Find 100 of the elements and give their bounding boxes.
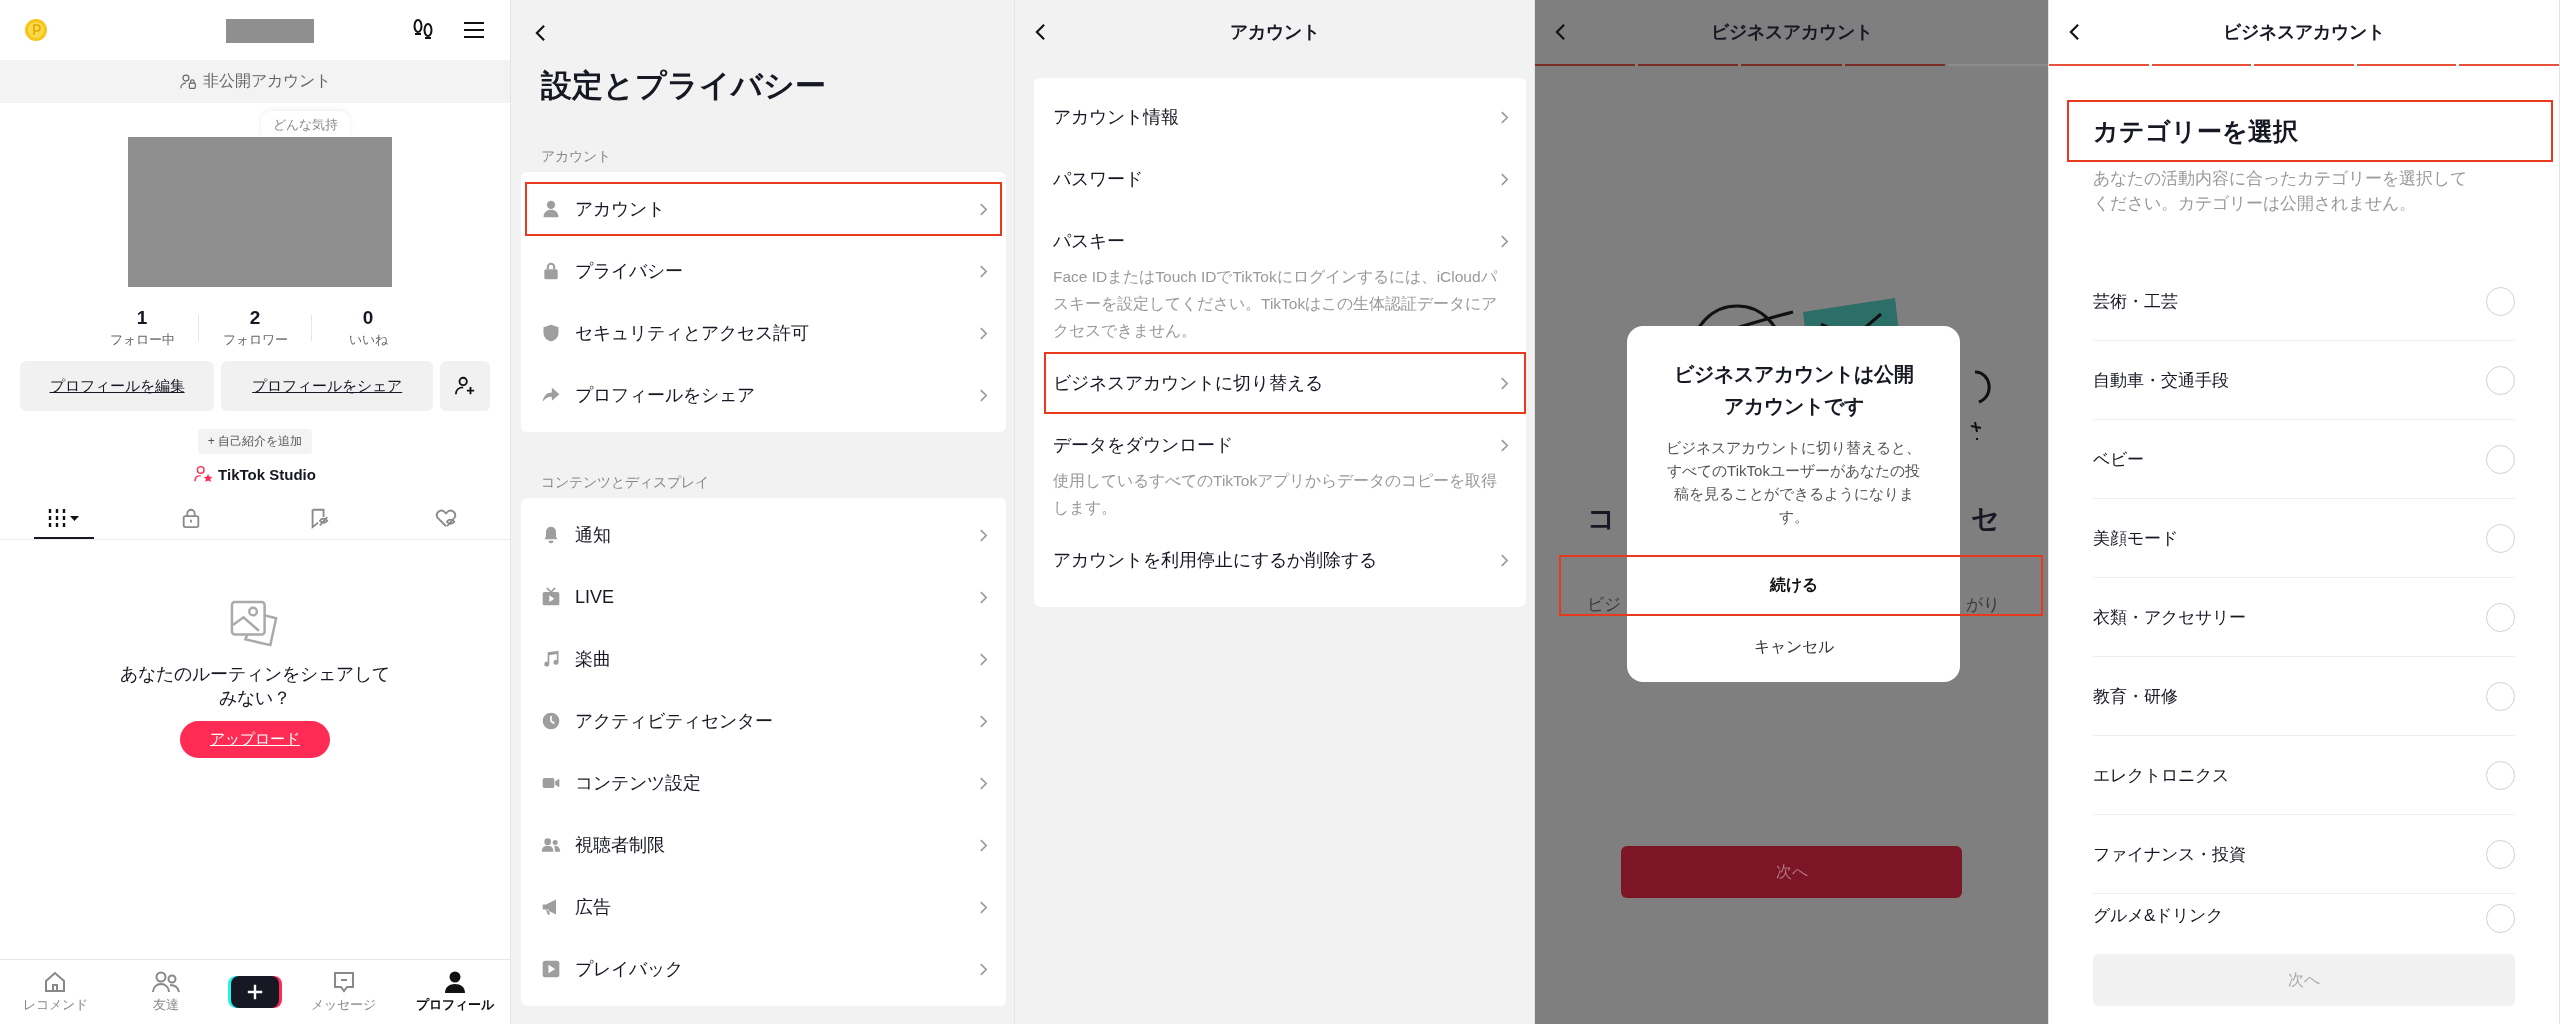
shield-icon bbox=[541, 323, 561, 343]
item-description: Face IDまたはTouch IDでTikTokにログインするには、iCloudパスキーを設定してください。TikTokはこの生体認証データにアクセスできません。 bbox=[1053, 267, 1499, 341]
page-title: アカウント bbox=[1229, 21, 1320, 44]
person-star-icon[interactable] bbox=[194, 465, 215, 483]
person-icon bbox=[541, 199, 561, 219]
page-title: ビジネスアカウント bbox=[1710, 21, 1873, 44]
chevron-icon bbox=[1500, 233, 1509, 249]
dialog-message: ビジネスアカウントに切り替えると、すべてのTikTokユーザーがあなたの投稿を見ることができるようになります。 bbox=[1665, 438, 1922, 527]
chevron-icon bbox=[979, 527, 988, 543]
nav-tab[interactable]: レコメンド bbox=[9, 970, 102, 1014]
settings-item[interactable]: コンテンツ設定 bbox=[521, 752, 1006, 814]
chevron-icon bbox=[979, 589, 988, 605]
settings-item[interactable]: プライバシー bbox=[521, 240, 1006, 302]
dialog-button[interactable]: キャンセル bbox=[1663, 616, 1924, 678]
chevron-icon bbox=[1500, 171, 1509, 187]
settings-item[interactable]: プレイバック bbox=[521, 938, 1006, 1000]
add-friend-button[interactable] bbox=[440, 361, 490, 411]
add-bio-button[interactable]: + 自己紹介を追加 bbox=[197, 429, 313, 454]
category-option[interactable]: 芸術・工芸 bbox=[2093, 262, 2515, 341]
settings-item[interactable]: 通知 bbox=[521, 504, 1006, 566]
people-icon bbox=[541, 835, 561, 855]
chevron-icon bbox=[979, 837, 988, 853]
chevron-icon bbox=[979, 263, 988, 279]
account-item[interactable]: ビジネスアカウントに切り替える bbox=[1044, 352, 1526, 414]
category-option[interactable]: 衣類・アクセサリー bbox=[2093, 578, 2515, 657]
settings-item[interactable]: 楽曲 bbox=[521, 628, 1006, 690]
account-item[interactable]: アカウントを利用停止にするか削除する bbox=[1034, 529, 1526, 591]
account-item[interactable]: パスワード bbox=[1034, 148, 1526, 210]
settings-item[interactable]: 広告 bbox=[521, 876, 1006, 938]
stat-label: フォロワー bbox=[222, 331, 288, 349]
person-icon bbox=[442, 970, 467, 994]
stat-label: いいね bbox=[348, 331, 388, 349]
chevron-icon bbox=[1500, 437, 1509, 453]
category-option[interactable]: 教育・研修 bbox=[2093, 657, 2515, 736]
stat-count: 0 bbox=[362, 307, 374, 329]
category-option[interactable]: エレクトロニクス bbox=[2093, 736, 2515, 815]
text-fragment: ビジ bbox=[1587, 594, 1621, 616]
create-button[interactable] bbox=[231, 976, 279, 1008]
chevron-icon bbox=[979, 325, 988, 341]
home-icon bbox=[43, 970, 68, 994]
category-option[interactable]: 美顔モード bbox=[2093, 499, 2515, 578]
upload-button[interactable]: アップロード bbox=[180, 720, 330, 758]
section-title: カテゴリーを選択 bbox=[2093, 115, 2298, 147]
plus-icon bbox=[247, 984, 263, 1000]
settings-item[interactable]: アカウント bbox=[521, 178, 1006, 240]
settings-item[interactable]: アクティビティセンター bbox=[521, 690, 1006, 752]
section-heading: コンテンツとディスプレイ bbox=[540, 473, 710, 492]
category-option[interactable]: 自動車・交通手段 bbox=[2093, 341, 2515, 420]
chevron-icon bbox=[979, 775, 988, 791]
clock-icon bbox=[541, 711, 561, 731]
heading-fragment: コ bbox=[1587, 502, 1616, 536]
settings-item[interactable]: 視聴者制限 bbox=[521, 814, 1006, 876]
people-icon bbox=[152, 970, 181, 994]
profile-button[interactable]: プロフィールをシェア bbox=[221, 361, 434, 411]
person-lock-icon bbox=[179, 73, 197, 90]
chevron-icon bbox=[1500, 375, 1509, 391]
person-plus-icon bbox=[454, 375, 477, 397]
studio-link[interactable]: TikTok Studio bbox=[218, 465, 316, 483]
settings-item[interactable]: プロフィールをシェア bbox=[521, 364, 1006, 426]
item-description: 使用しているすべてのTikTokアプリからデータのコピーを取得します。 bbox=[1053, 471, 1499, 518]
profile-button[interactable]: プロフィールを編集 bbox=[20, 361, 215, 411]
account-item[interactable]: データをダウンロード bbox=[1034, 423, 1526, 467]
nav-tab[interactable]: メッセージ bbox=[297, 970, 390, 1014]
description-text: あなたの活動内容に合ったカテゴリーを選択してください。カテゴリーは公開されません。 bbox=[2093, 168, 2468, 215]
heading-fragment: セ bbox=[1971, 502, 2000, 536]
category-option[interactable]: ファイナンス・投資 bbox=[2093, 815, 2515, 894]
nav-tab[interactable]: 友達 bbox=[120, 970, 213, 1014]
back-icon[interactable] bbox=[535, 24, 546, 42]
page-title: 設定とプライバシー bbox=[541, 67, 827, 105]
chevron-icon bbox=[1500, 552, 1509, 568]
category-option[interactable]: ベビー bbox=[2093, 420, 2515, 499]
message-icon bbox=[331, 970, 356, 994]
heart-icon bbox=[434, 507, 459, 529]
play-icon bbox=[541, 959, 561, 979]
chevron-icon bbox=[979, 713, 988, 729]
mood-bubble[interactable]: どんな気持 bbox=[260, 111, 350, 137]
chevron-icon bbox=[1500, 109, 1509, 125]
chevron-icon bbox=[979, 201, 988, 217]
stat-label: フォロー中 bbox=[109, 331, 175, 349]
lock-icon bbox=[541, 261, 561, 281]
chevron-icon bbox=[979, 961, 988, 977]
stat-count: 1 bbox=[136, 307, 148, 329]
back-icon[interactable] bbox=[1035, 23, 1046, 41]
music-icon bbox=[541, 649, 561, 669]
private-account-label: 非公開アカウント bbox=[202, 71, 331, 91]
settings-item[interactable]: LIVE bbox=[521, 566, 1006, 628]
section-heading: アカウント bbox=[540, 147, 612, 166]
back-icon[interactable] bbox=[2069, 23, 2080, 41]
chevron-icon bbox=[979, 387, 988, 403]
category-option[interactable]: グルメ&ドリンク bbox=[2093, 894, 2515, 954]
account-item[interactable]: アカウント情報 bbox=[1034, 86, 1526, 148]
dialog-button[interactable]: 続ける bbox=[1663, 554, 1924, 616]
stat-count: 2 bbox=[249, 307, 261, 329]
nav-tab[interactable]: プロフィール bbox=[408, 970, 501, 1014]
account-item[interactable]: パスキー bbox=[1034, 219, 1526, 263]
text-fragment: がり bbox=[1966, 594, 2000, 616]
chevron-icon bbox=[979, 651, 988, 667]
tv-icon bbox=[541, 587, 561, 607]
chevron-icon bbox=[979, 899, 988, 915]
settings-item[interactable]: セキュリティとアクセス許可 bbox=[521, 302, 1006, 364]
